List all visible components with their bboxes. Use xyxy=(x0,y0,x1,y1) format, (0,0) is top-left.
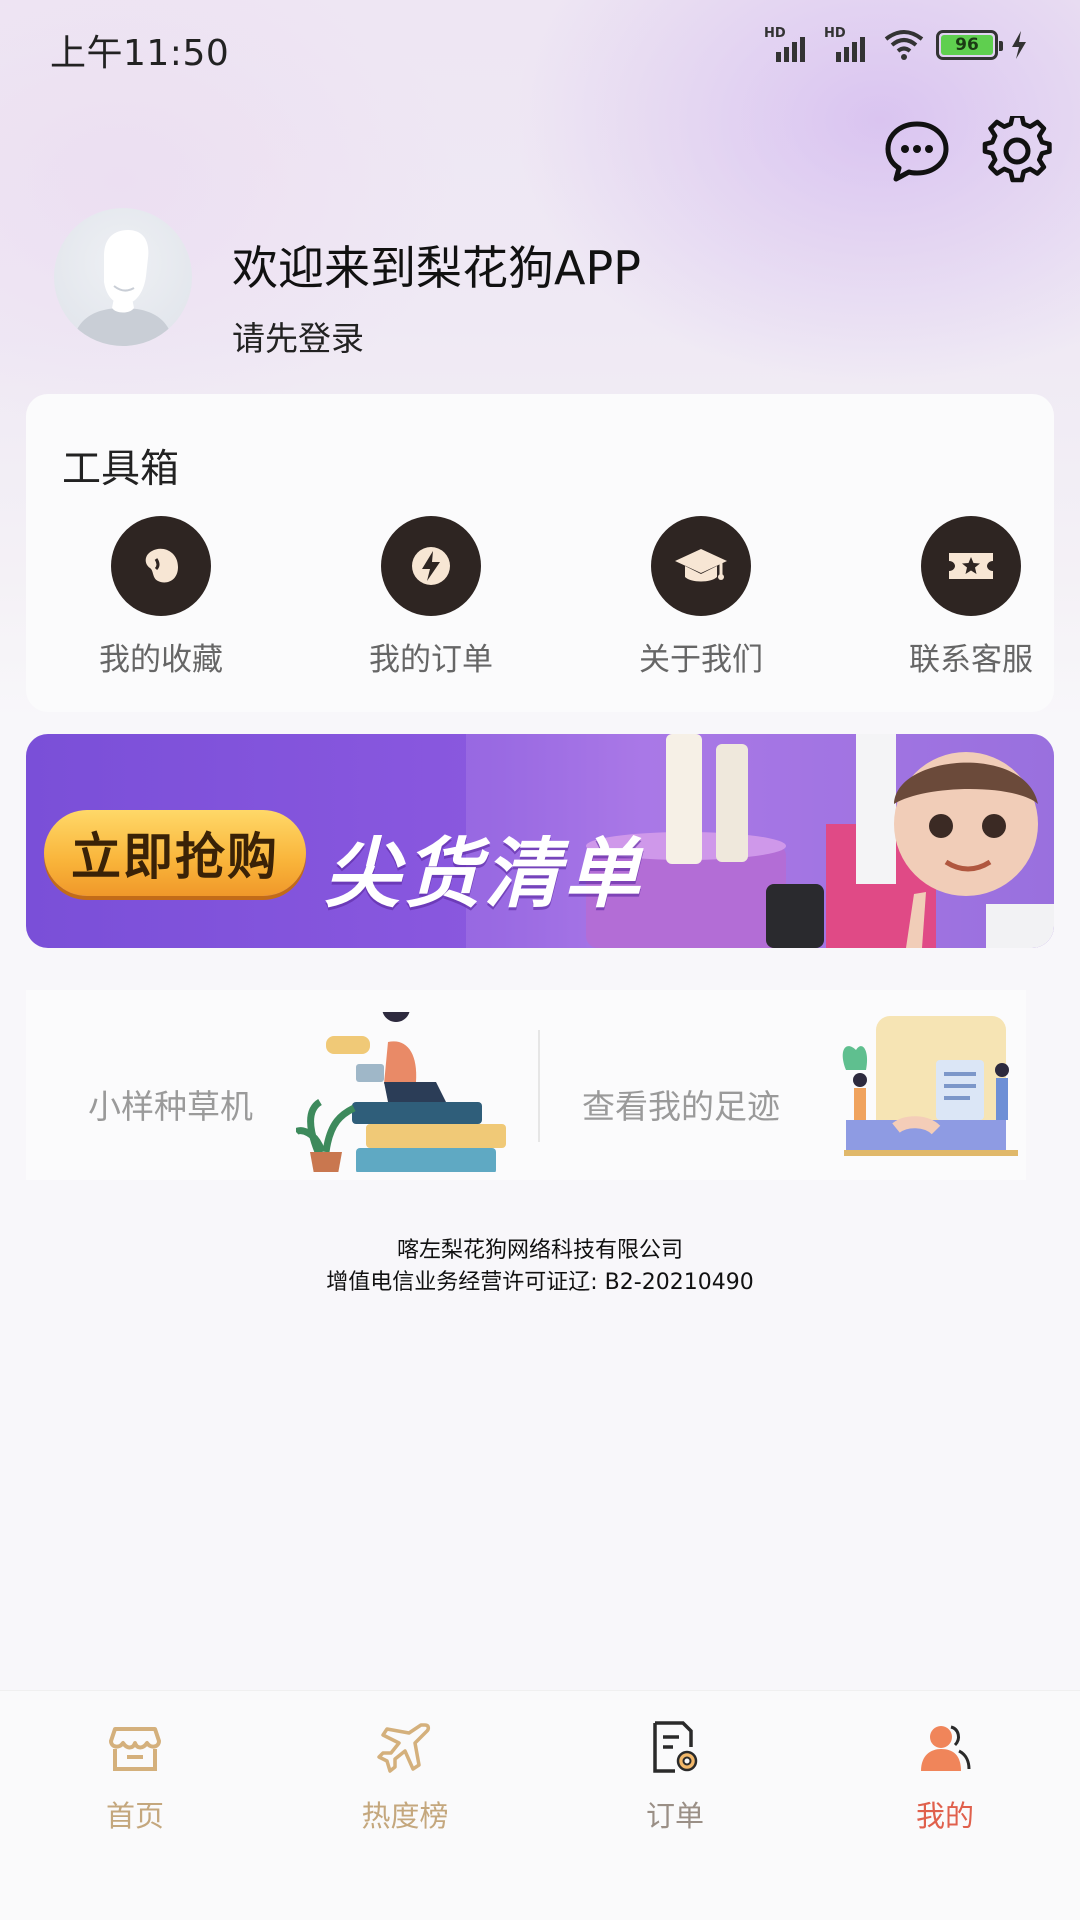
banner-title: 尖货清单 xyxy=(324,829,644,918)
graduation-cap-icon xyxy=(651,516,751,616)
header-actions xyxy=(882,116,1052,186)
signal-icon: HD xyxy=(764,26,812,62)
tool-about[interactable]: 关于我们 xyxy=(611,516,791,679)
chat-bubble-icon[interactable] xyxy=(882,116,952,186)
battery-level: 96 xyxy=(941,35,993,55)
feature-label: 查看我的足迹 xyxy=(582,1087,780,1126)
status-icons: HD HD 96 xyxy=(764,26,1028,62)
tab-trending[interactable]: 热度榜 xyxy=(305,1717,505,1835)
tab-label: 热度榜 xyxy=(361,1799,449,1833)
feature-divider xyxy=(538,1030,540,1142)
bean-icon xyxy=(111,516,211,616)
lightning-icon xyxy=(381,516,481,616)
gear-icon[interactable] xyxy=(982,116,1052,186)
user-icon xyxy=(921,1725,971,1771)
status-time: 上午11:50 xyxy=(50,33,230,74)
avatar[interactable] xyxy=(54,208,192,346)
tool-label: 我的订单 xyxy=(369,642,493,678)
footprint-illustration xyxy=(842,1016,1018,1156)
feature-label: 小样种草机 xyxy=(88,1087,253,1126)
tool-label: 我的收藏 xyxy=(99,642,223,678)
reading-person-illustration xyxy=(296,1012,506,1172)
sample-machine-card[interactable]: 小样种草机 xyxy=(26,990,526,1180)
license-number: 增值电信业务经营许可证辽: B2-20210490 xyxy=(326,1270,754,1295)
footprint-card[interactable]: 查看我的足迹 xyxy=(546,990,1026,1180)
tool-label: 联系客服 xyxy=(909,642,1033,678)
airplane-icon xyxy=(377,1723,431,1773)
company-name: 喀左梨花狗网络科技有限公司 xyxy=(396,1238,683,1263)
signal-icon: HD xyxy=(824,26,872,62)
tool-favorites[interactable]: 我的收藏 xyxy=(71,516,251,679)
tool-label: 关于我们 xyxy=(639,642,763,678)
login-link[interactable]: 请先登录 xyxy=(232,312,364,360)
promo-banner[interactable]: 立即抢购 尖货清单 xyxy=(26,734,1054,948)
toolbox-card: 工具箱 我的收藏 我的订单 关于我们 联系客服 xyxy=(26,394,1054,712)
tab-home[interactable]: 首页 xyxy=(35,1717,235,1835)
document-gear-icon xyxy=(653,1721,698,1773)
bottom-tab-bar: 首页 热度榜 订单 我的 xyxy=(0,1690,1080,1920)
battery-icon: 96 xyxy=(936,30,1003,60)
toolbox-title: 工具箱 xyxy=(62,447,180,492)
tab-mine[interactable]: 我的 xyxy=(845,1717,1045,1835)
tool-orders[interactable]: 我的订单 xyxy=(341,516,521,679)
welcome-title: 欢迎来到梨花狗APP xyxy=(232,241,641,295)
tab-orders[interactable]: 订单 xyxy=(575,1717,775,1835)
status-bar: 上午11:50 HD HD 96 xyxy=(0,0,1080,94)
charging-icon xyxy=(1012,31,1026,59)
tab-label: 我的 xyxy=(915,1799,974,1833)
wifi-icon xyxy=(884,30,924,60)
tab-label: 订单 xyxy=(645,1799,704,1833)
ticket-star-icon xyxy=(921,516,1021,616)
default-avatar-icon xyxy=(72,230,174,346)
buy-now-button[interactable]: 立即抢购 xyxy=(44,810,306,896)
feature-cards: 小样种草机 查看我的足迹 xyxy=(26,990,1026,1180)
tab-label: 首页 xyxy=(105,1799,164,1833)
tool-customer-service[interactable]: 联系客服 xyxy=(881,516,1061,679)
store-icon xyxy=(109,1727,161,1771)
